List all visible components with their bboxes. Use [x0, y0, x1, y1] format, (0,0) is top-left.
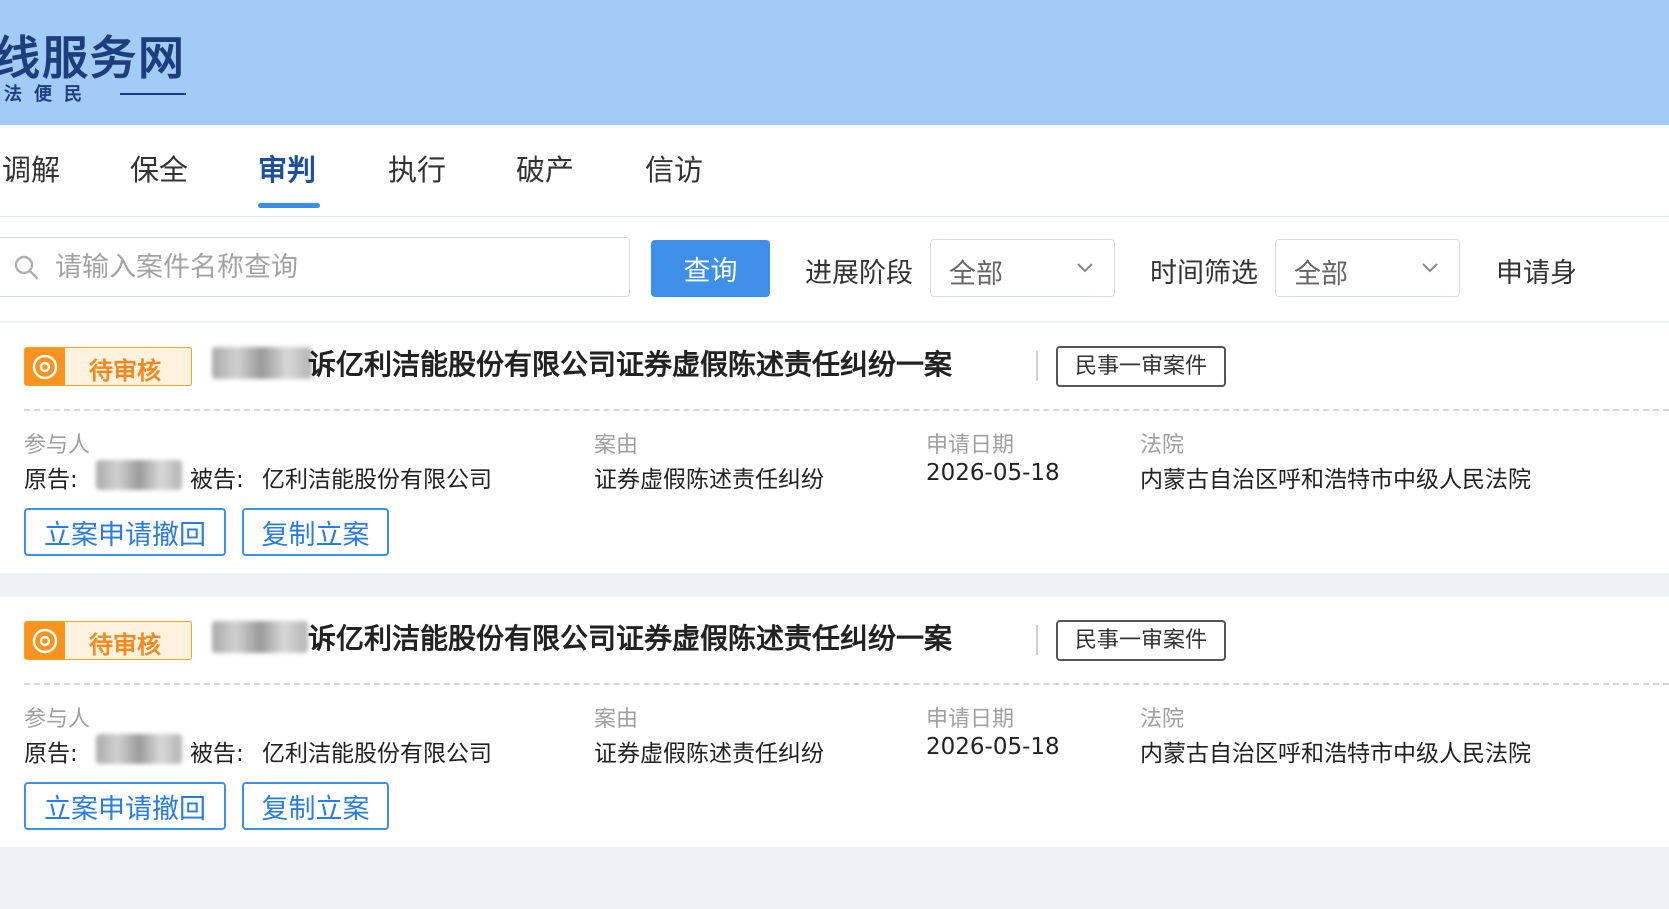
stage-select[interactable]: 全部	[930, 239, 1115, 297]
defendant-label: 被告:	[190, 741, 244, 767]
court-value: 内蒙古自治区呼和浩特市中级人民法院	[1140, 741, 1531, 767]
case-title[interactable]: 诉亿利洁能股份有限公司证券虚假陈述责任纠纷一案	[308, 343, 952, 383]
title-separator	[1036, 351, 1038, 381]
time-filter-label: 时间筛选	[1150, 258, 1258, 289]
time-select[interactable]: 全部	[1275, 239, 1460, 297]
court-label: 法院	[1140, 707, 1185, 732]
tab-petition[interactable]: 信访	[645, 147, 703, 189]
chevron-down-icon	[1077, 263, 1093, 273]
card-divider	[24, 409, 1669, 411]
card-divider	[24, 683, 1669, 685]
pending-clock-icon	[32, 628, 58, 654]
search-icon	[14, 255, 39, 280]
tab-execution[interactable]: 执行	[388, 147, 446, 189]
party-label: 参与人	[24, 707, 91, 732]
query-button[interactable]: 查询	[651, 240, 770, 297]
cause-label: 案由	[594, 433, 639, 458]
case-title[interactable]: 诉亿利洁能股份有限公司证券虚假陈述责任纠纷一案	[308, 617, 952, 657]
cause-value: 证券虚假陈述责任纠纷	[594, 467, 824, 493]
redacted-plaintiff-name	[212, 347, 312, 379]
site-slogan: 法便民	[4, 84, 94, 105]
redacted-plaintiff-name	[212, 621, 308, 653]
stage-select-value: 全部	[949, 259, 1003, 290]
slogan-divider	[120, 93, 186, 95]
case-type-tag: 民事一审案件	[1056, 346, 1226, 387]
tab-mediation[interactable]: 调解	[2, 147, 60, 189]
title-separator	[1036, 625, 1038, 655]
date-value: 2026-05-18	[926, 734, 1060, 760]
party-label: 参与人	[24, 433, 91, 458]
tab-bankruptcy[interactable]: 破产	[516, 147, 574, 189]
status-text: 待审核	[89, 631, 161, 659]
withdraw-filing-button[interactable]: 立案申请撤回	[24, 782, 226, 830]
status-badge: 待审核	[24, 621, 192, 660]
plaintiff-label: 原告:	[24, 467, 78, 493]
redacted-plaintiff	[96, 734, 182, 764]
site-header: 线服务网 法便民	[0, 0, 1669, 125]
date-label: 申请日期	[926, 707, 1015, 732]
time-select-value: 全部	[1294, 259, 1348, 290]
plaintiff-label: 原告:	[24, 741, 78, 767]
pending-clock-icon	[32, 354, 58, 380]
copy-filing-button[interactable]: 复制立案	[242, 508, 389, 556]
cause-label: 案由	[594, 707, 639, 732]
court-value: 内蒙古自治区呼和浩特市中级人民法院	[1140, 467, 1531, 493]
case-type-tag: 民事一审案件	[1056, 620, 1226, 661]
status-icon-box	[25, 348, 65, 385]
court-label: 法院	[1140, 433, 1185, 458]
status-text: 待审核	[89, 357, 161, 385]
filter-bar: 查询 进展阶段 全部 时间筛选 全部 申请身	[0, 217, 1669, 321]
chevron-down-icon	[1422, 263, 1438, 273]
case-card: 待审核 诉亿利洁能股份有限公司证券虚假陈述责任纠纷一案 民事一审案件 参与人 原…	[0, 597, 1669, 847]
defendant-name: 亿利洁能股份有限公司	[262, 741, 492, 767]
site-brand-title: 线服务网	[0, 31, 186, 85]
status-icon-box	[25, 622, 65, 659]
tab-preservation[interactable]: 保全	[130, 147, 188, 189]
copy-filing-button[interactable]: 复制立案	[242, 782, 389, 830]
stage-filter-label: 进展阶段	[805, 258, 913, 289]
cause-value: 证券虚假陈述责任纠纷	[594, 741, 824, 767]
applicant-filter-label: 申请身	[1496, 258, 1577, 289]
tab-trial[interactable]: 审判	[258, 147, 316, 189]
withdraw-filing-button[interactable]: 立案申请撤回	[24, 508, 226, 556]
defendant-label: 被告:	[190, 467, 244, 493]
redacted-plaintiff	[96, 460, 182, 490]
status-badge: 待审核	[24, 347, 192, 386]
category-tabs: 调解 保全 审判 执行 破产 信访	[0, 125, 1669, 217]
date-label: 申请日期	[926, 433, 1015, 458]
date-value: 2026-05-18	[926, 460, 1060, 486]
active-tab-indicator	[258, 203, 320, 208]
search-box	[0, 237, 630, 297]
case-card: 待审核 诉亿利洁能股份有限公司证券虚假陈述责任纠纷一案 民事一审案件 参与人 原…	[0, 323, 1669, 573]
search-input[interactable]	[55, 246, 615, 288]
defendant-name: 亿利洁能股份有限公司	[262, 467, 492, 493]
